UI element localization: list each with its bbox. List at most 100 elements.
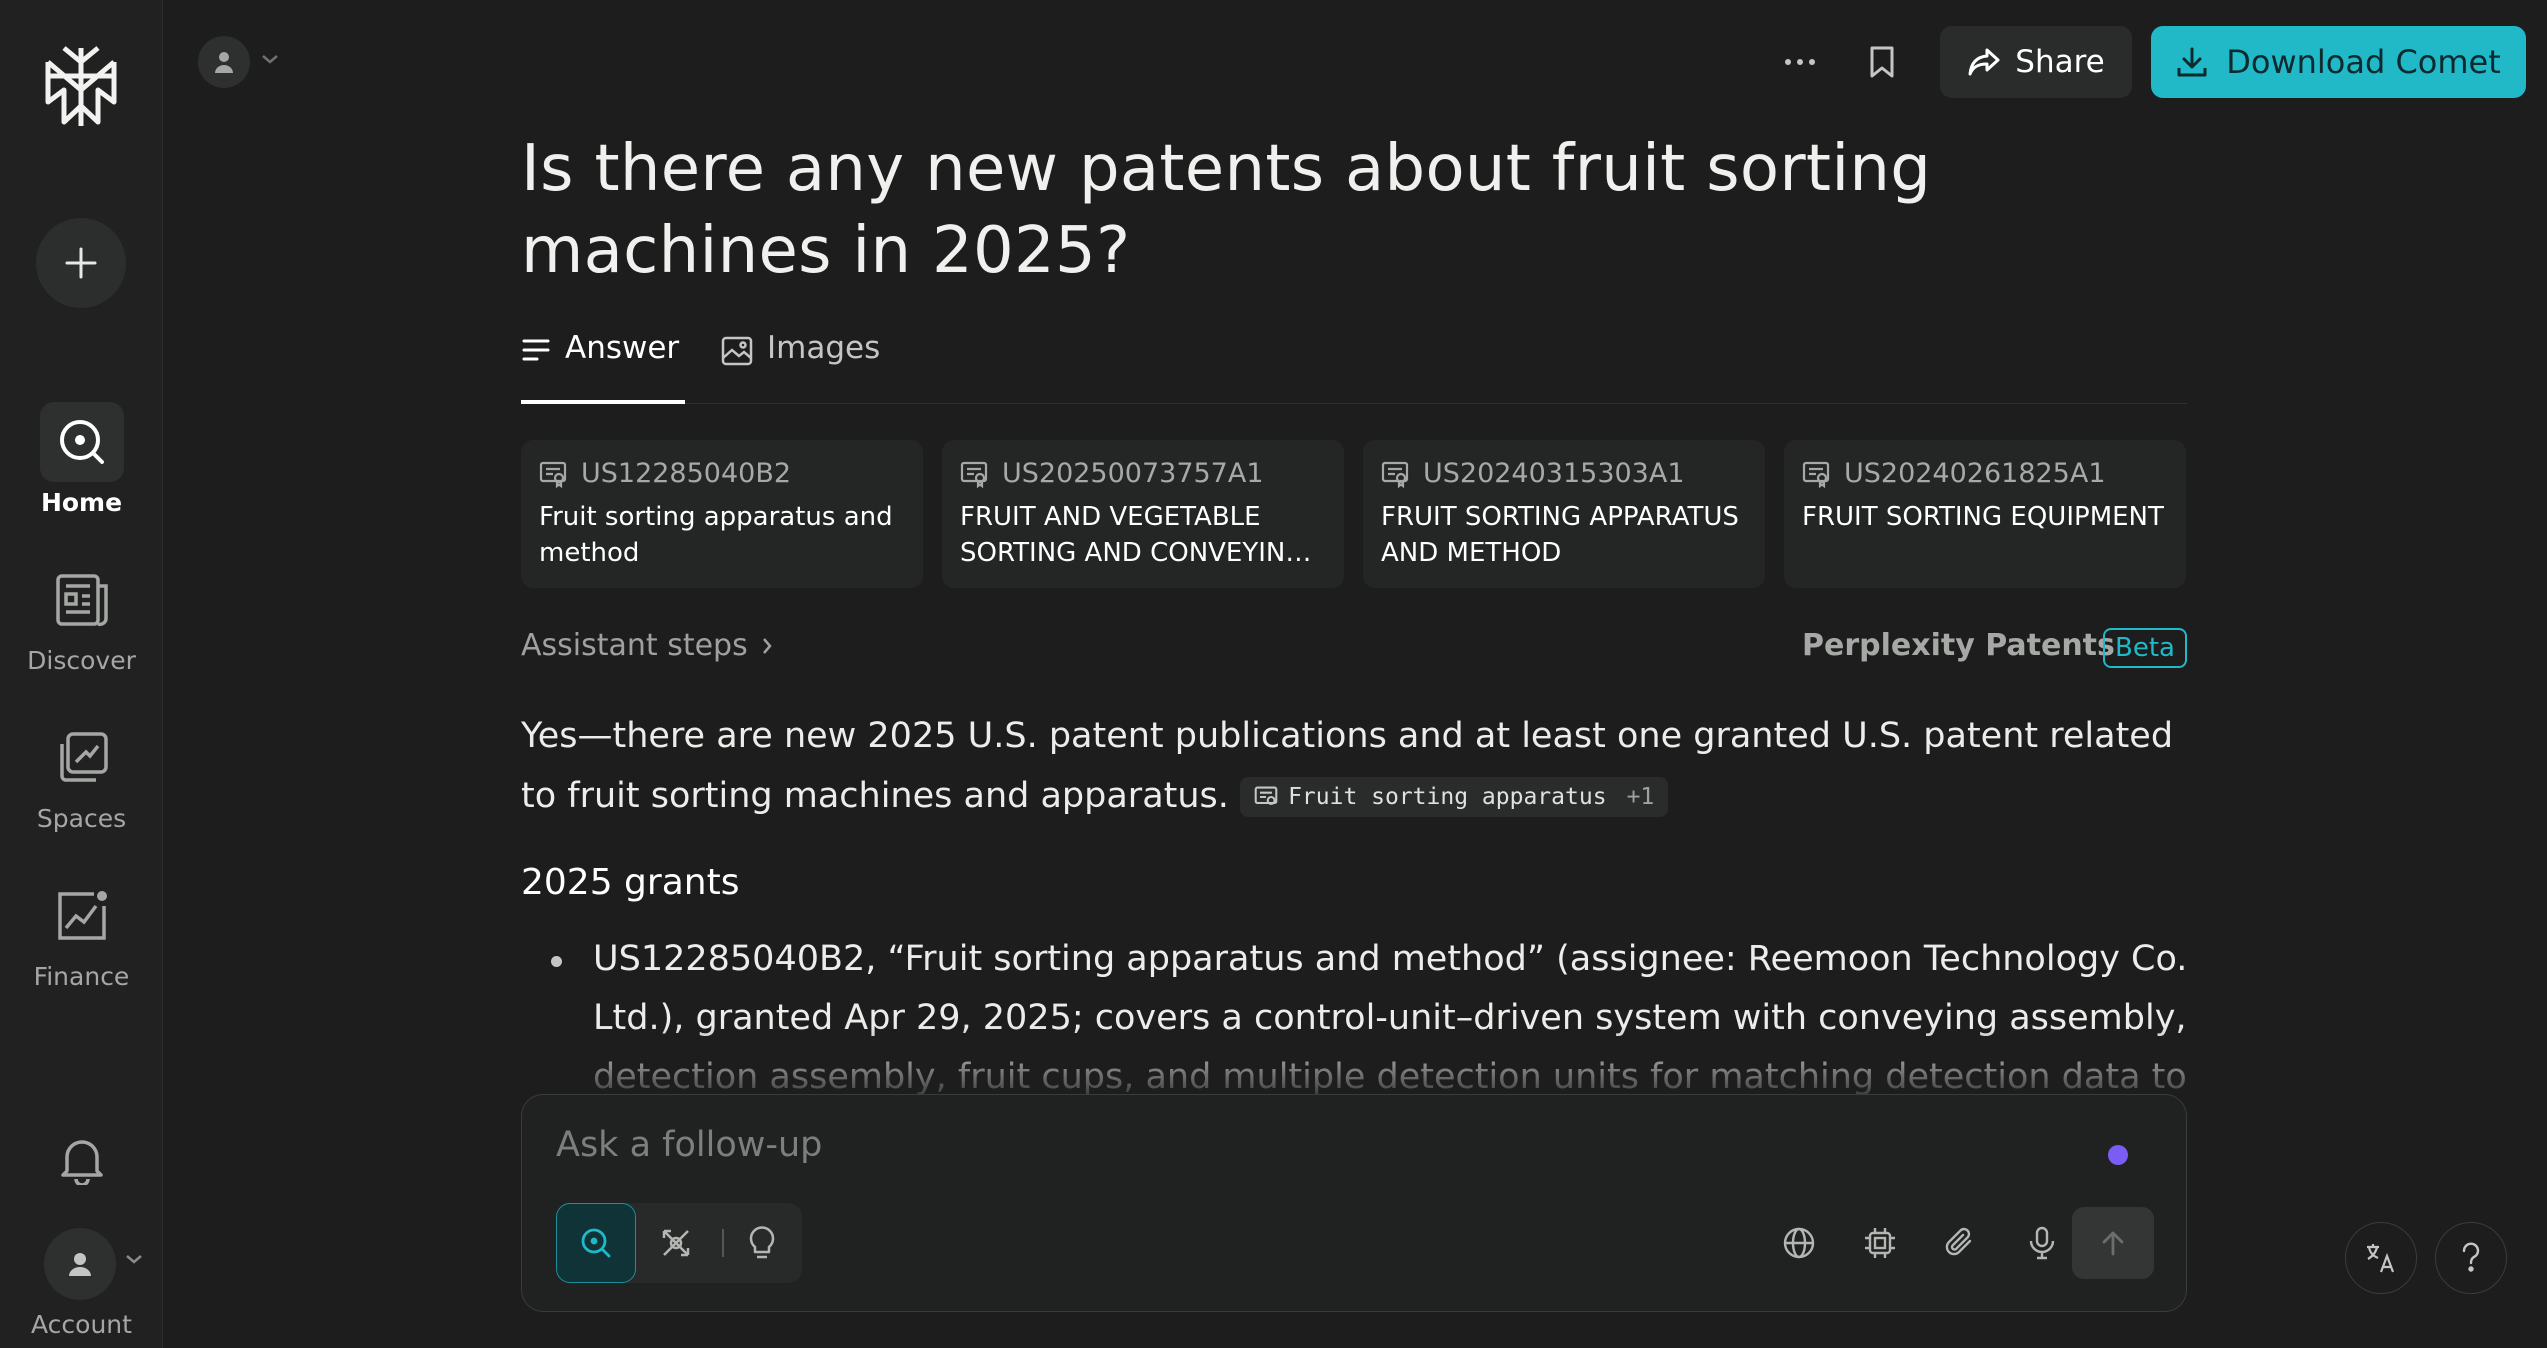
user-icon: [215, 52, 233, 73]
source-id-row: US20250073757A1: [960, 458, 1326, 489]
source-cards: US12285040B2 Fruit sorting apparatus and…: [521, 440, 2187, 588]
search-mode-button[interactable]: [556, 1203, 636, 1283]
result-tabs: Answer Images: [521, 326, 2187, 404]
source-id-row: US12285040B2: [539, 458, 905, 489]
bullet-dot: [551, 956, 562, 967]
chevron-down-icon[interactable]: [124, 1252, 144, 1266]
translate-icon: [2367, 1244, 2395, 1273]
spaces-icon: [59, 732, 108, 782]
newspaper-icon: [55, 574, 108, 627]
beta-badge: Beta: [2103, 628, 2187, 668]
source-card[interactable]: US20250073757A1 FRUIT AND VEGETABLE SORT…: [942, 440, 1344, 588]
status-dot: [2108, 1145, 2128, 1165]
submit-button[interactable]: [2072, 1207, 2154, 1279]
research-mode-button[interactable]: [636, 1203, 716, 1283]
source-title: Fruit sorting apparatus and method: [539, 502, 893, 568]
app-root: Home Discover Spaces Finance Account Sha…: [0, 0, 2547, 1348]
labs-mode-button[interactable]: [722, 1203, 802, 1283]
sidebar-item-label: Discover: [27, 646, 136, 675]
arrow-up-icon: [2102, 1231, 2124, 1256]
language-button[interactable]: [2345, 1222, 2417, 1294]
patent-document-icon: [1254, 786, 1278, 805]
web-sources-button[interactable]: [1771, 1215, 1827, 1271]
tab-answer[interactable]: Answer: [521, 326, 685, 404]
download-icon: [2177, 47, 2207, 77]
source-id: US12285040B2: [581, 458, 792, 489]
account-label: Account: [31, 1310, 132, 1339]
more-options-button[interactable]: [1778, 40, 1822, 84]
share-label: Share: [2015, 44, 2105, 80]
plus-icon: [65, 247, 97, 279]
source-id: US20250073757A1: [1002, 458, 1264, 489]
sidebar: Home Discover Spaces Finance Account: [0, 0, 163, 1348]
sidebar-item-discover[interactable]: Discover: [0, 560, 163, 675]
source-card[interactable]: US12285040B2 Fruit sorting apparatus and…: [521, 440, 923, 588]
bookmark-button[interactable]: [1860, 40, 1904, 84]
source-card[interactable]: US20240261825A1 FRUIT SORTING EQUIPMENT: [1784, 440, 2186, 588]
citation-chip[interactable]: Fruit sorting apparatus +1: [1240, 777, 1669, 817]
download-comet-button[interactable]: Download Comet: [2151, 26, 2526, 98]
scroll-fade: [521, 1026, 2201, 1096]
chevron-right-icon: [762, 637, 772, 654]
search-icon: [59, 420, 104, 464]
sidebar-item-label: Spaces: [36, 804, 127, 833]
text-lines-icon: [522, 339, 550, 361]
tab-images[interactable]: Images: [721, 326, 880, 404]
answer-intro: Yes—there are new 2025 U.S. patent publi…: [521, 706, 2201, 826]
finance-icon-box: [40, 876, 124, 956]
tab-label: Images: [767, 330, 881, 366]
cpu-chip-icon: [1865, 1228, 1895, 1258]
discover-icon-box: [40, 560, 124, 640]
patent-document-icon: [1381, 461, 1409, 488]
perplexity-logo-icon[interactable]: [40, 44, 122, 130]
model-select-button[interactable]: [1852, 1215, 1908, 1271]
share-button[interactable]: Share: [1940, 26, 2132, 98]
user-avatar[interactable]: [198, 36, 250, 88]
patent-document-icon: [539, 461, 567, 488]
source-id: US20240315303A1: [1423, 458, 1685, 489]
page-title: Is there any new patents about fruit sor…: [521, 132, 1932, 288]
home-icon-box: [39, 402, 124, 482]
paperclip-icon: [1945, 1227, 1972, 1256]
perplexity-patents-label: Perplexity Patents: [1802, 628, 2115, 663]
patent-document-icon: [960, 461, 988, 488]
sidebar-item-finance[interactable]: Finance: [0, 876, 163, 991]
finance-chart-icon: [57, 891, 107, 940]
sidebar-item-label: Finance: [33, 962, 130, 991]
download-label: Download Comet: [2226, 43, 2501, 81]
user-icon: [69, 1253, 91, 1276]
globe-icon: [1783, 1227, 1815, 1259]
spaces-icon-box: [40, 718, 124, 798]
attach-button[interactable]: [1933, 1215, 1989, 1271]
new-thread-button[interactable]: [36, 218, 126, 308]
chevron-down-icon[interactable]: [260, 52, 280, 66]
followup-input[interactable]: Ask a follow-up: [556, 1125, 822, 1165]
patent-document-icon: [1802, 461, 1830, 488]
sidebar-item-home[interactable]: Home: [0, 402, 163, 517]
assistant-steps-label: Assistant steps: [521, 628, 748, 663]
source-card[interactable]: US20240315303A1 FRUIT SORTING APPARATUS …: [1363, 440, 1765, 588]
bookmark-icon: [1870, 46, 1894, 78]
help-button[interactable]: [2435, 1222, 2507, 1294]
source-id-row: US20240261825A1: [1802, 458, 2168, 489]
answer-bullet-list: US12285040B2, “Fruit sorting apparatus a…: [521, 930, 2201, 1096]
source-title: FRUIT AND VEGETABLE SORTING AND CONVEYIN…: [960, 502, 1312, 568]
followup-composer[interactable]: Ask a follow-up: [521, 1094, 2187, 1312]
citation-more-count: +1: [1626, 784, 1655, 810]
notifications-button[interactable]: [54, 1132, 110, 1188]
source-id: US20240261825A1: [1844, 458, 2106, 489]
ellipsis-icon: [1785, 59, 1815, 65]
section-heading: 2025 grants: [521, 862, 740, 903]
sidebar-item-spaces[interactable]: Spaces: [0, 718, 163, 833]
search-mode-selector: [556, 1203, 802, 1283]
assistant-steps-toggle[interactable]: Assistant steps: [521, 628, 774, 663]
lightbulb-icon: [749, 1226, 775, 1259]
account-avatar[interactable]: [44, 1228, 116, 1300]
voice-input-button[interactable]: [2014, 1215, 2070, 1271]
source-title: FRUIT SORTING EQUIPMENT: [1802, 502, 2164, 532]
image-icon: [721, 336, 753, 366]
tab-label: Answer: [565, 330, 680, 366]
share-arrow-icon: [1968, 48, 2000, 76]
source-id-row: US20240315303A1: [1381, 458, 1747, 489]
question-mark-icon: [2462, 1242, 2480, 1272]
